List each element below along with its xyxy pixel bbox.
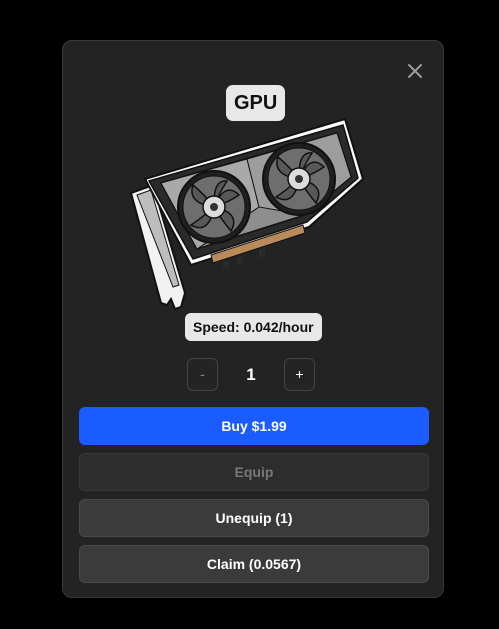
equip-button[interactable]: Equip [79, 453, 429, 491]
close-button[interactable] [403, 59, 427, 83]
quantity-value: 1 [246, 365, 256, 384]
gpu-graphics-card-icon [129, 117, 365, 311]
decrease-quantity-button[interactable]: - [187, 358, 218, 391]
speed-label: Speed: 0.042/hour [185, 313, 322, 341]
item-modal: GPU Speed: 0.042/hour - 1 + Buy $1.99 Eq… [62, 40, 444, 598]
buy-button[interactable]: Buy $1.99 [79, 407, 429, 445]
unequip-button[interactable]: Unequip (1) [79, 499, 429, 537]
claim-button[interactable]: Claim (0.0567) [79, 545, 429, 583]
increase-quantity-button[interactable]: + [284, 358, 315, 391]
close-icon [408, 64, 422, 78]
